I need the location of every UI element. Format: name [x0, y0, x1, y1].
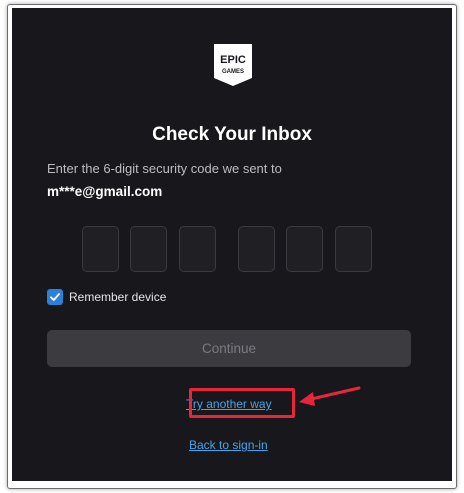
verification-card: EPIC GAMES Check Your Inbox Enter the 6-… [12, 8, 452, 481]
remember-device-label: Remember device [69, 290, 167, 304]
logo-line1: EPIC [220, 54, 246, 66]
remember-device[interactable]: Remember device [47, 288, 166, 306]
code-digit-4[interactable] [238, 226, 275, 272]
back-to-sign-in-link[interactable]: Back to sign-in [189, 438, 268, 452]
annotation-highlight-box [189, 388, 295, 418]
remember-device-checkbox[interactable] [47, 289, 63, 305]
code-digit-3[interactable] [179, 226, 216, 272]
epic-games-logo: EPIC GAMES [214, 44, 252, 86]
annotation-arrow-icon [299, 386, 361, 406]
code-digit-2[interactable] [130, 226, 167, 272]
masked-email: m***e@gmail.com [47, 184, 163, 199]
code-digit-6[interactable] [335, 226, 372, 272]
page-title: Check Your Inbox [152, 124, 312, 145]
code-digit-5[interactable] [286, 226, 323, 272]
checkmark-icon [50, 293, 60, 301]
instruction-text: Enter the 6-digit security code we sent … [47, 161, 282, 176]
continue-button[interactable]: Continue [47, 330, 411, 367]
logo-line2: GAMES [222, 69, 244, 75]
code-digit-1[interactable] [82, 226, 119, 272]
